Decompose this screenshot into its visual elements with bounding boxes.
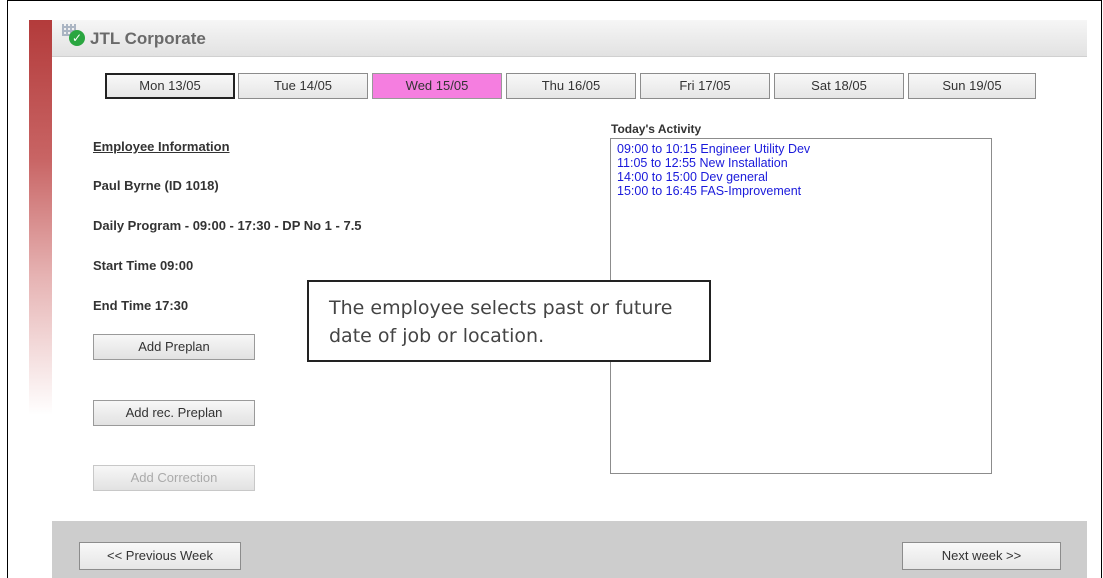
checkmark-icon: ✓: [69, 30, 85, 46]
app-header: ✓ JTL Corporate: [52, 20, 1087, 57]
daily-program: Daily Program - 09:00 - 17:30 - DP No 1 …: [93, 218, 362, 233]
previous-week-button[interactable]: << Previous Week: [79, 542, 241, 570]
next-week-button[interactable]: Next week >>: [902, 542, 1061, 570]
day-tab-fri[interactable]: Fri 17/05: [640, 73, 770, 99]
activity-title: Today's Activity: [611, 122, 702, 136]
start-time: Start Time 09:00: [93, 258, 194, 273]
app-title: JTL Corporate: [90, 29, 206, 48]
activity-item[interactable]: 09:00 to 10:15 Engineer Utility Dev: [617, 142, 985, 156]
add-rec-preplan-button[interactable]: Add rec. Preplan: [93, 400, 255, 426]
side-accent-bar: [29, 20, 52, 415]
day-tab-sat[interactable]: Sat 18/05: [774, 73, 904, 99]
day-tab-wed[interactable]: Wed 15/05: [372, 73, 502, 99]
day-tab-mon[interactable]: Mon 13/05: [105, 73, 235, 99]
add-correction-button: Add Correction: [93, 465, 255, 491]
footer-bar: << Previous Week Next week >>: [52, 521, 1087, 578]
add-preplan-button[interactable]: Add Preplan: [93, 334, 255, 360]
activity-item[interactable]: 14:00 to 15:00 Dev general: [617, 170, 985, 184]
activity-item[interactable]: 15:00 to 16:45 FAS-Improvement: [617, 184, 985, 198]
annotation-callout: The employee selects past or future date…: [307, 280, 711, 362]
day-tab-sun[interactable]: Sun 19/05: [908, 73, 1036, 99]
end-time: End Time 17:30: [93, 298, 189, 313]
activity-item[interactable]: 11:05 to 12:55 New Installation: [617, 156, 985, 170]
day-tab-tue[interactable]: Tue 14/05: [238, 73, 368, 99]
app-logo-icon: ✓: [62, 24, 88, 48]
employee-name: Paul Byrne (ID 1018): [93, 178, 219, 193]
day-tab-thu[interactable]: Thu 16/05: [506, 73, 636, 99]
employee-info-heading: Employee Information: [93, 139, 230, 154]
